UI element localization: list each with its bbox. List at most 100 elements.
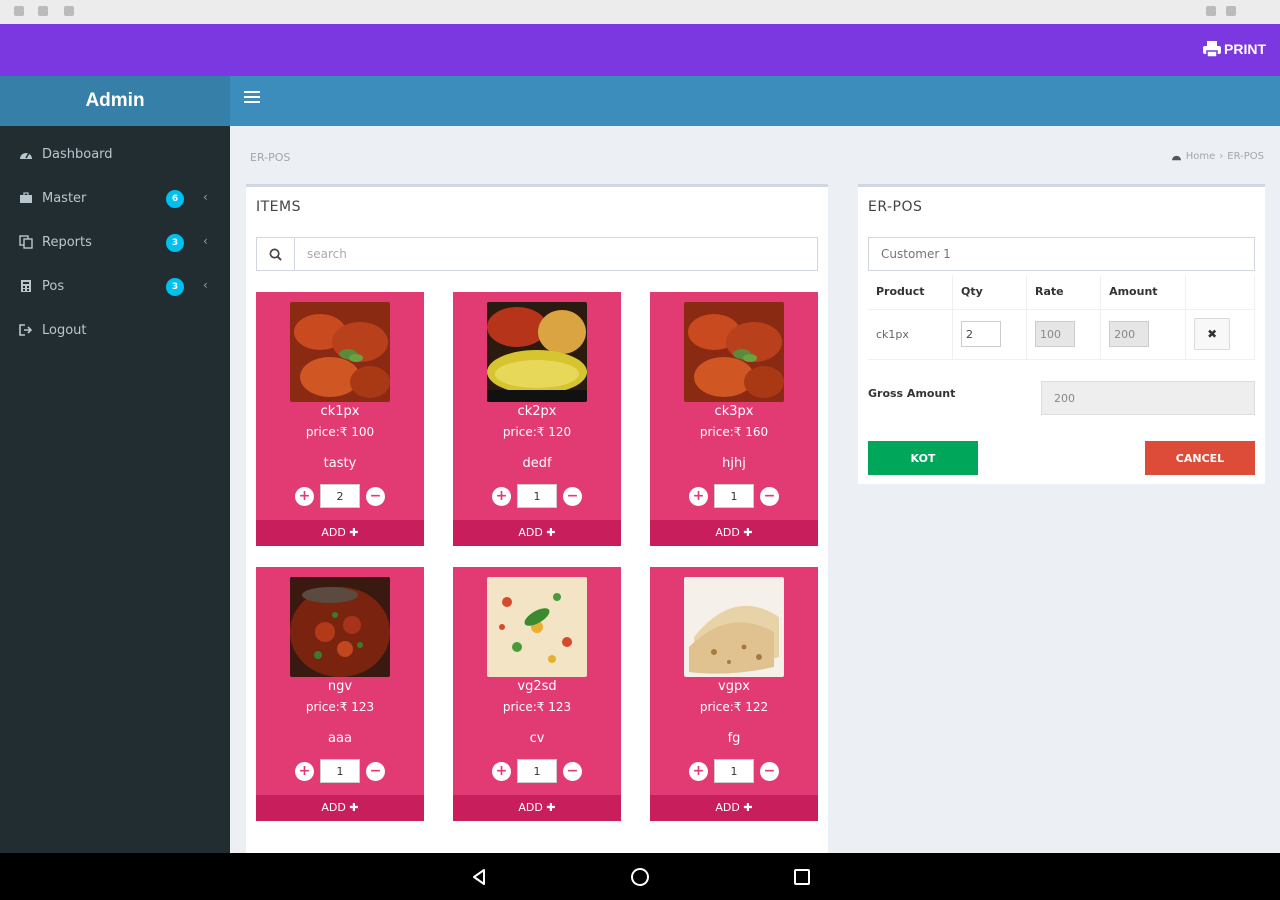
signal-icon [1206, 6, 1216, 16]
product-card[interactable]: ck2pxprice:₹ 120dedf+−ADD ✚ [453, 292, 621, 546]
search-input[interactable] [295, 238, 817, 270]
sidebar: Admin Dashboard Master 6 ‹ Reports 3 ‹ P… [0, 76, 230, 853]
plus-icon[interactable]: + [295, 761, 314, 781]
quantity-stepper: +− [650, 759, 818, 783]
chevron-left-icon: ‹ [203, 234, 208, 248]
battery-icon [1226, 6, 1236, 16]
product-description: fg [727, 731, 741, 746]
quantity-input[interactable] [714, 759, 754, 783]
product-card[interactable]: vg2sdprice:₹ 123cv+−ADD ✚ [453, 567, 621, 821]
home-icon[interactable] [628, 865, 652, 889]
gross-amount-label: Gross Amount [868, 387, 956, 400]
plus-icon[interactable]: + [295, 486, 314, 506]
product-price: price:₹ 160 [699, 425, 769, 439]
column-header-rate: Rate [1026, 275, 1102, 309]
quantity-input[interactable] [320, 759, 360, 783]
add-button[interactable]: ADD ✚ [256, 795, 424, 821]
plus-icon: ✚ [546, 526, 556, 539]
minus-icon[interactable]: − [563, 486, 582, 506]
plus-icon[interactable]: + [492, 761, 511, 781]
quantity-input[interactable] [714, 484, 754, 508]
chevron-left-icon: ‹ [203, 278, 208, 292]
minus-icon[interactable]: − [366, 761, 385, 781]
minus-icon[interactable]: − [366, 486, 385, 506]
search-icon[interactable] [257, 238, 295, 270]
notification-icon [64, 6, 74, 16]
main-content: ER-POS Home › ER-POS ITEMS ck1px price:₹ … [230, 126, 1280, 853]
page-title: ER-POS [250, 151, 291, 164]
customer-input[interactable] [868, 237, 1255, 271]
remove-row-button[interactable]: ✖ [1194, 318, 1231, 350]
product-description: tasty [323, 456, 357, 471]
android-nav-bar [0, 853, 1280, 900]
product-card[interactable]: ck1pxprice:₹ 100tasty+−ADD ✚ [256, 292, 424, 546]
sidebar-item-pos[interactable]: Pos 3 ‹ [0, 264, 230, 308]
sidebar-item-reports[interactable]: Reports 3 ‹ [0, 220, 230, 264]
quantity-input[interactable] [517, 759, 557, 783]
add-button[interactable]: ADD ✚ [650, 520, 818, 546]
print-button[interactable]: PRINT [1202, 40, 1266, 58]
gross-amount-field [1041, 381, 1255, 415]
product-price: price:₹ 123 [502, 700, 572, 714]
brand-logo[interactable]: Admin [0, 76, 230, 126]
product-description: aaa [328, 731, 352, 746]
product-name: ck1px [320, 404, 360, 419]
status-bar [0, 0, 1280, 24]
print-label: PRINT [1224, 41, 1266, 57]
notification-icon [38, 6, 48, 16]
product-name: ck2px [517, 404, 557, 419]
breadcrumb: Home › ER-POS [1171, 151, 1264, 162]
breadcrumb-home[interactable]: Home [1186, 151, 1216, 162]
dashboard-icon [18, 146, 34, 162]
minus-icon[interactable]: − [760, 761, 779, 781]
calculator-icon [18, 278, 34, 294]
product-card[interactable]: ngvprice:₹ 123aaa+−ADD ✚ [256, 567, 424, 821]
back-icon[interactable] [467, 865, 491, 889]
add-label: ADD [715, 801, 740, 814]
menu-toggle-icon[interactable] [244, 91, 260, 107]
sidebar-item-dashboard[interactable]: Dashboard [0, 132, 230, 176]
add-label: ADD [715, 526, 740, 539]
plus-icon[interactable]: + [689, 761, 708, 781]
plus-icon: ✚ [349, 526, 359, 539]
add-label: ADD [518, 801, 543, 814]
product-image [684, 302, 784, 402]
quantity-input[interactable] [320, 484, 360, 508]
order-table-header: Product Qty Rate Amount [868, 275, 1255, 309]
recents-icon[interactable] [790, 865, 814, 889]
column-header-amount: Amount [1100, 275, 1187, 309]
column-header-product: Product [868, 275, 953, 309]
minus-icon[interactable]: − [760, 486, 779, 506]
add-button[interactable]: ADD ✚ [650, 795, 818, 821]
product-card[interactable]: vgpxprice:₹ 122fg+−ADD ✚ [650, 567, 818, 821]
add-button[interactable]: ADD ✚ [453, 520, 621, 546]
sidebar-item-label: Reports [42, 234, 92, 250]
product-price: price:₹ 122 [699, 700, 769, 714]
plus-icon[interactable]: + [689, 486, 708, 506]
add-label: ADD [321, 526, 346, 539]
product-card[interactable]: ck3pxprice:₹ 160hjhj+−ADD ✚ [650, 292, 818, 546]
plus-icon: ✚ [546, 801, 556, 814]
quantity-input[interactable] [517, 484, 557, 508]
sidebar-item-label: Master [42, 190, 87, 206]
product-name: vgpx [718, 679, 750, 694]
sidebar-menu: Dashboard Master 6 ‹ Reports 3 ‹ Pos 3 ‹ [0, 132, 230, 352]
cancel-button[interactable]: CANCEL [1145, 441, 1255, 475]
product-price: price:₹ 120 [502, 425, 572, 439]
add-button[interactable]: ADD ✚ [256, 520, 424, 546]
product-image [290, 577, 390, 677]
order-table: Product Qty Rate Amount ck1px ✖ [868, 275, 1255, 360]
kot-button[interactable]: KOT [868, 441, 978, 475]
header-navbar [230, 76, 1280, 126]
row-qty-input[interactable] [960, 321, 1001, 347]
sidebar-item-master[interactable]: Master 6 ‹ [0, 176, 230, 220]
minus-icon[interactable]: − [563, 761, 582, 781]
quantity-stepper: +− [453, 484, 621, 508]
plus-icon[interactable]: + [492, 486, 511, 506]
add-button[interactable]: ADD ✚ [453, 795, 621, 821]
logout-icon [18, 322, 34, 338]
product-name: ck3px [714, 404, 754, 419]
quantity-stepper: +− [453, 759, 621, 783]
product-image [290, 302, 390, 402]
sidebar-item-logout[interactable]: Logout [0, 308, 230, 352]
